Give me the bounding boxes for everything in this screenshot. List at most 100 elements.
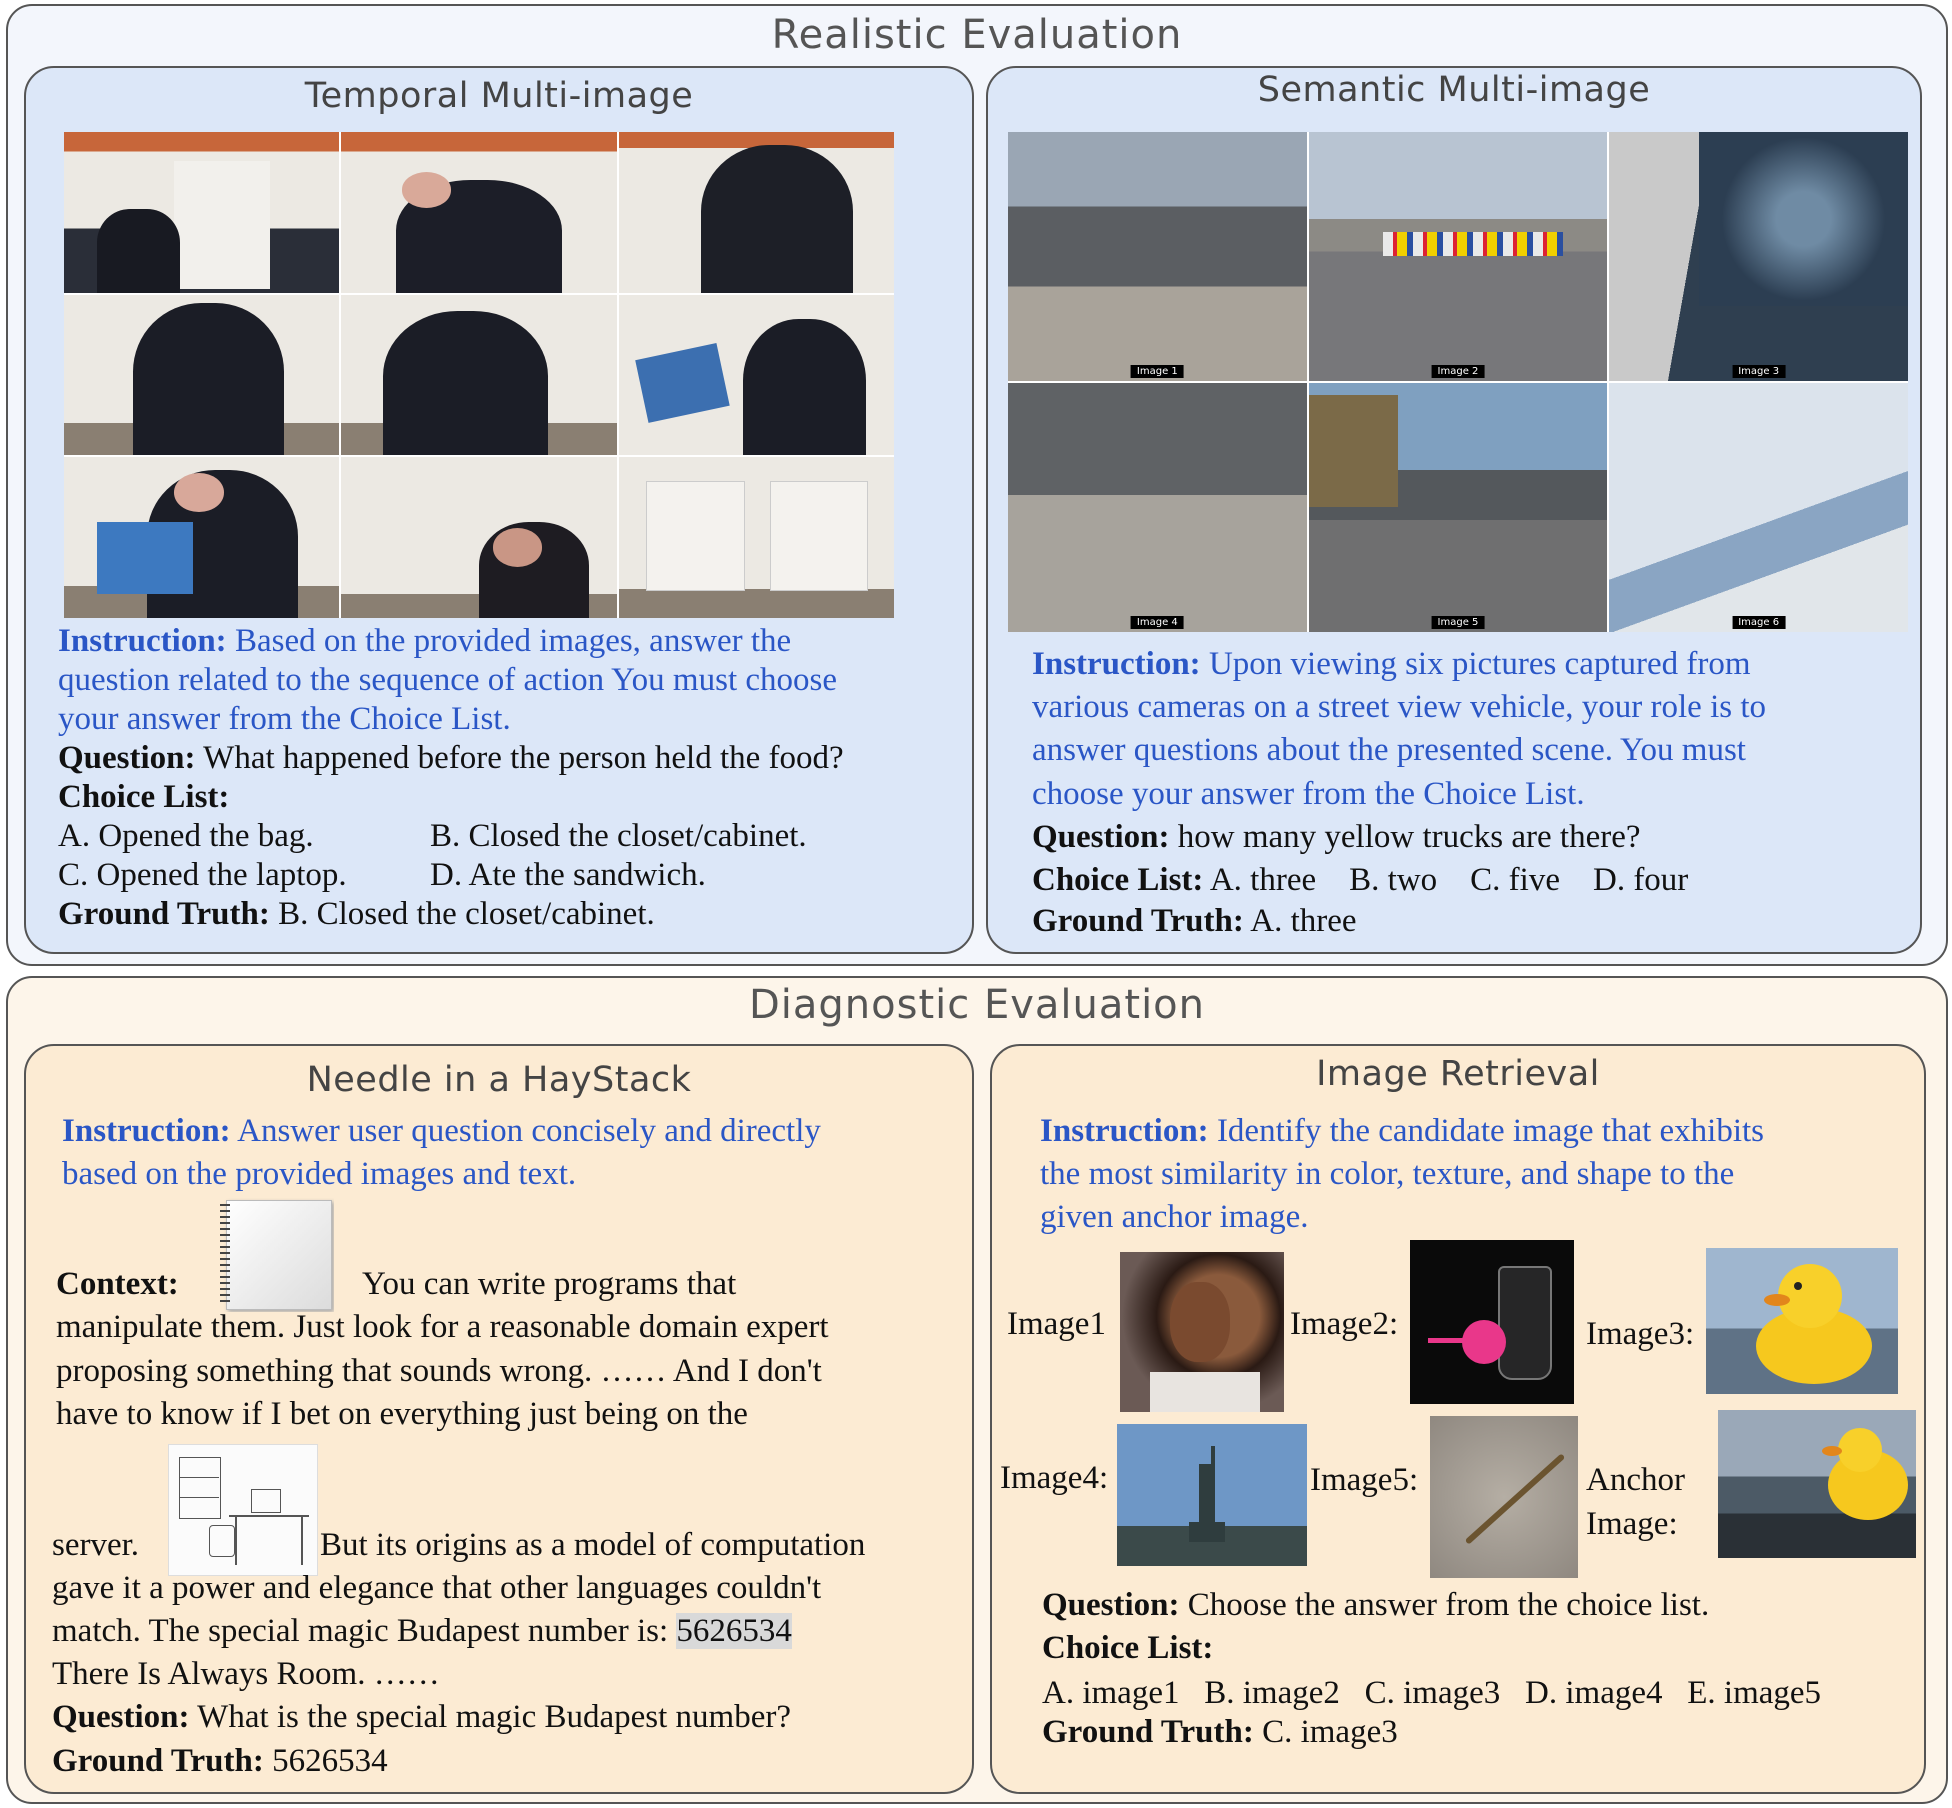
frame-image	[618, 457, 894, 618]
choice-label: Choice List:	[1032, 862, 1204, 898]
semantic-instruction-line1: Instruction: Upon viewing six pictures c…	[1032, 645, 1751, 684]
image4-label: Image4:	[1000, 1460, 1109, 1496]
semantic-instruction-line2: various cameras on a street view vehicle…	[1032, 689, 1766, 725]
image-tag: Image 1	[1130, 365, 1184, 378]
needle-after-image: But its origins as a model of computatio…	[320, 1527, 866, 1563]
cup-image	[1410, 1240, 1574, 1404]
office-sketch-image	[168, 1444, 318, 1576]
temporal-choice-d: D. Ate the sandwich.	[430, 857, 706, 893]
frame-image	[341, 294, 617, 456]
choice-a: A. three	[1209, 862, 1317, 898]
magic-number: 5626534	[676, 1613, 792, 1649]
choice-c: C. image3	[1364, 1675, 1501, 1711]
gt-label: Ground Truth:	[58, 896, 270, 932]
choice-c: C. five	[1470, 862, 1560, 898]
frame-image	[64, 294, 340, 456]
anchor-label-line2: Image:	[1586, 1506, 1678, 1542]
question-label: Question:	[1042, 1587, 1180, 1623]
needle-instruction-line2: based on the provided images and text.	[62, 1156, 577, 1192]
centipede-image	[1430, 1416, 1578, 1578]
semantic-instruction-line3: answer questions about the presented sce…	[1032, 732, 1746, 768]
instruction-text: Answer user question concisely and direc…	[237, 1113, 821, 1149]
temporal-instruction-line1: Instruction: Based on the provided image…	[58, 622, 791, 661]
retrieval-question: Question: Choose the answer from the cho…	[1042, 1586, 1709, 1625]
street-view-image: Image 2	[1308, 132, 1608, 381]
frame-image	[64, 132, 340, 293]
choice-a: A. image1	[1042, 1675, 1180, 1711]
temporal-choice-c: C. Opened the laptop.	[58, 857, 347, 893]
question-label: Question:	[52, 1699, 190, 1735]
needle-instruction-line1: Instruction: Answer user question concis…	[62, 1112, 821, 1151]
temporal-title: Temporal Multi-image	[304, 76, 694, 116]
street-view-image: Image 5	[1308, 383, 1608, 632]
street-view-image: Image 1	[1008, 132, 1307, 381]
gt-text: A. three	[1250, 903, 1357, 939]
image-tag: Image 3	[1732, 365, 1786, 378]
image-tag: Image 5	[1431, 616, 1485, 629]
image1-label: Image1	[1007, 1306, 1106, 1342]
diagnostic-title: Diagnostic Evaluation	[748, 982, 1206, 1028]
needle-context-line1: Context:	[56, 1265, 179, 1304]
choice-d: D. image4	[1525, 1675, 1663, 1711]
needle-context-text3: proposing something that sounds wrong. ……	[56, 1353, 822, 1389]
image3-label: Image3:	[1586, 1316, 1695, 1352]
image-tag: Image 2	[1431, 365, 1485, 378]
instruction-label: Instruction:	[1032, 646, 1201, 682]
needle-context-text2: manipulate them. Just look for a reasona…	[56, 1309, 829, 1345]
question-label: Question:	[58, 740, 196, 776]
needle-ground-truth: Ground Truth: 5626534	[52, 1742, 388, 1781]
frame-image	[64, 457, 340, 618]
anchor-label-line1: Anchor	[1586, 1462, 1685, 1498]
needle-context-text1: You can write programs that	[362, 1266, 737, 1302]
frame-image	[618, 132, 894, 293]
frame-image	[618, 294, 894, 456]
instruction-label: Instruction:	[62, 1113, 231, 1149]
image-tag: Image 6	[1732, 616, 1786, 629]
gt-label: Ground Truth:	[1032, 903, 1244, 939]
semantic-title: Semantic Multi-image	[1257, 70, 1651, 110]
needle-title: Needle in a HayStack	[306, 1060, 692, 1100]
image5-label: Image5:	[1310, 1462, 1419, 1498]
needle-last-line: There Is Always Room. ……	[52, 1656, 440, 1692]
retrieval-choice-label: Choice List:	[1042, 1630, 1214, 1666]
street-view-image: Image 4	[1008, 383, 1307, 632]
retrieval-instruction-line2: the most similarity in color, texture, a…	[1040, 1156, 1735, 1192]
frame-image	[341, 132, 617, 293]
question-text: What is the special magic Budapest numbe…	[197, 1699, 791, 1735]
instruction-text: Based on the provided images, answer the	[234, 623, 792, 659]
portrait-image	[1120, 1252, 1284, 1412]
image-tag: Image 4	[1130, 616, 1184, 629]
retrieval-ground-truth: Ground Truth: C. image3	[1042, 1713, 1398, 1752]
anchor-image	[1718, 1410, 1916, 1558]
rubber-duck-image	[1706, 1248, 1898, 1394]
choice-e: E. image5	[1687, 1675, 1822, 1711]
needle-more-line: gave it a power and elegance that other …	[52, 1570, 822, 1606]
temporal-ground-truth: Ground Truth: B. Closed the closet/cabin…	[58, 895, 655, 934]
instruction-text: Upon viewing six pictures captured from	[1208, 646, 1751, 682]
semantic-choices: Choice List: A. three B. two C. five D. …	[1032, 861, 1688, 900]
needle-magic-line: match. The special magic Budapest number…	[52, 1612, 792, 1651]
street-view-image: Image 6	[1609, 383, 1908, 632]
retrieval-instruction-line3: given anchor image.	[1040, 1199, 1309, 1235]
needle-server-word: server.	[52, 1527, 140, 1563]
statue-of-liberty-image	[1117, 1424, 1307, 1566]
semantic-instruction-line4: choose your answer from the Choice List.	[1032, 776, 1585, 812]
retrieval-instruction-line1: Instruction: Identify the candidate imag…	[1040, 1112, 1764, 1151]
choice-b: B. image2	[1204, 1675, 1340, 1711]
temporal-instruction-line2: question related to the sequence of acti…	[58, 662, 837, 698]
needle-question: Question: What is the special magic Buda…	[52, 1698, 791, 1737]
notebook-image	[216, 1198, 334, 1312]
needle-context-text4: have to know if I bet on everything just…	[56, 1396, 748, 1432]
semantic-image-grid: Image 1 Image 2 Image 3 Image 4 Image 5 …	[1008, 132, 1908, 632]
temporal-choice-a: A. Opened the bag.	[58, 818, 314, 854]
realistic-title: Realistic Evaluation	[771, 12, 1183, 58]
retrieval-choices: A. image1 B. image2 C. image3 D. image4 …	[1042, 1674, 1821, 1713]
image2-label: Image2:	[1290, 1306, 1399, 1342]
instruction-label: Instruction:	[58, 623, 227, 659]
question-text: What happened before the person held the…	[203, 740, 844, 776]
retrieval-title: Image Retrieval	[1316, 1054, 1600, 1094]
semantic-question: Question: how many yellow trucks are the…	[1032, 818, 1641, 857]
temporal-instruction-line3: your answer from the Choice List.	[58, 701, 511, 737]
temporal-choice-b: B. Closed the closet/cabinet.	[430, 818, 807, 854]
instruction-label: Instruction:	[1040, 1113, 1209, 1149]
